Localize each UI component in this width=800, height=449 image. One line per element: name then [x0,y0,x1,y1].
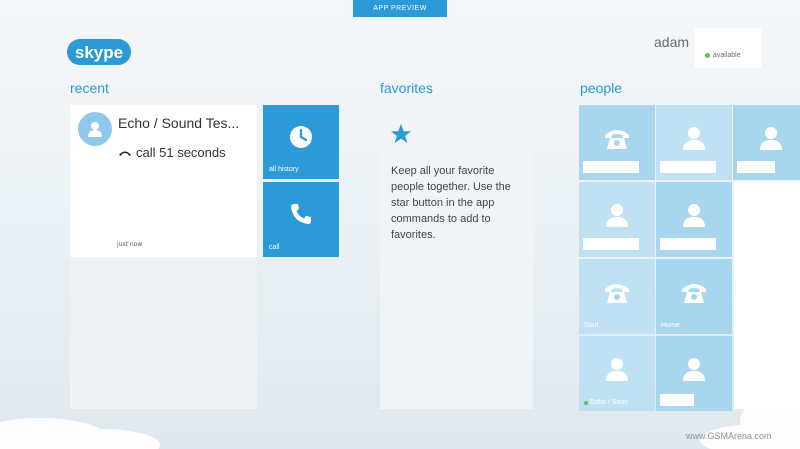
section-title-recent: recent [70,80,109,96]
people-empty-area [734,182,800,409]
person-icon [679,123,709,153]
all-history-button[interactable]: all history [263,105,339,179]
person-icon [602,354,632,384]
contact-name-redacted [583,161,639,173]
phone-icon [291,204,311,224]
skype-logo: skype [67,39,131,65]
contact-name-redacted [660,238,716,250]
status-dot-icon [705,53,710,58]
recent-conversation-tile[interactable]: Echo / Sound Tes... call 51 seconds just… [70,105,257,257]
skype-logo-text: skype [75,43,123,62]
contact-tile[interactable] [656,336,732,411]
status-indicator: available [705,52,741,59]
phone-icon [602,123,632,153]
watermark: www.GSMArena.com [686,431,772,441]
contact-name: Start [584,322,599,329]
contact-tile[interactable]: Home [656,259,732,334]
contact-name-redacted [583,238,639,250]
recent-call-info: call 51 seconds [118,145,226,160]
person-icon [78,112,112,146]
contact-tile[interactable] [733,105,800,180]
contact-name-redacted [660,161,716,173]
favorites-help-text: Keep all your favorite people together. … [391,165,511,241]
call-label: call [269,244,280,251]
recent-call-text: call 51 seconds [136,145,226,160]
app-preview-banner: APP PREVIEW [353,0,447,17]
contact-name-redacted [737,161,775,173]
contact-name: Home [661,322,680,329]
contact-name-text: Echo / Soun [590,399,629,406]
contact-tile[interactable]: Echo / Soun [579,336,655,411]
phone-icon [679,277,709,307]
handset-icon [119,151,131,156]
person-icon [679,200,709,230]
status-label: available [713,52,741,59]
contact-tile[interactable] [579,105,655,180]
contact-tile[interactable]: Start [579,259,655,334]
contact-name-redacted [660,394,694,406]
star-icon [390,123,412,144]
phone-icon [602,277,632,307]
contact-name: Echo / Soun [584,399,628,406]
recent-timestamp: just now [117,241,143,248]
contact-tile[interactable] [656,105,732,180]
contact-tile[interactable] [656,182,732,257]
section-title-favorites: favorites [380,80,433,96]
call-button[interactable]: call [263,182,339,257]
contact-tile[interactable] [579,182,655,257]
person-icon [679,354,709,384]
all-history-label: all history [269,166,299,173]
contact-name-text: Start [584,322,599,329]
clock-icon [290,126,312,148]
recent-empty-tile [70,257,257,409]
person-icon [602,200,632,230]
recent-contact-name: Echo / Sound Tes... [118,115,240,131]
online-dot-icon [584,400,588,405]
user-avatar[interactable] [695,28,761,68]
section-title-people: people [580,80,623,96]
favorites-tile: Keep all your favorite people together. … [380,105,533,409]
person-icon [756,123,786,153]
user-name[interactable]: adam [654,34,689,50]
contact-name-text: Home [661,322,680,329]
